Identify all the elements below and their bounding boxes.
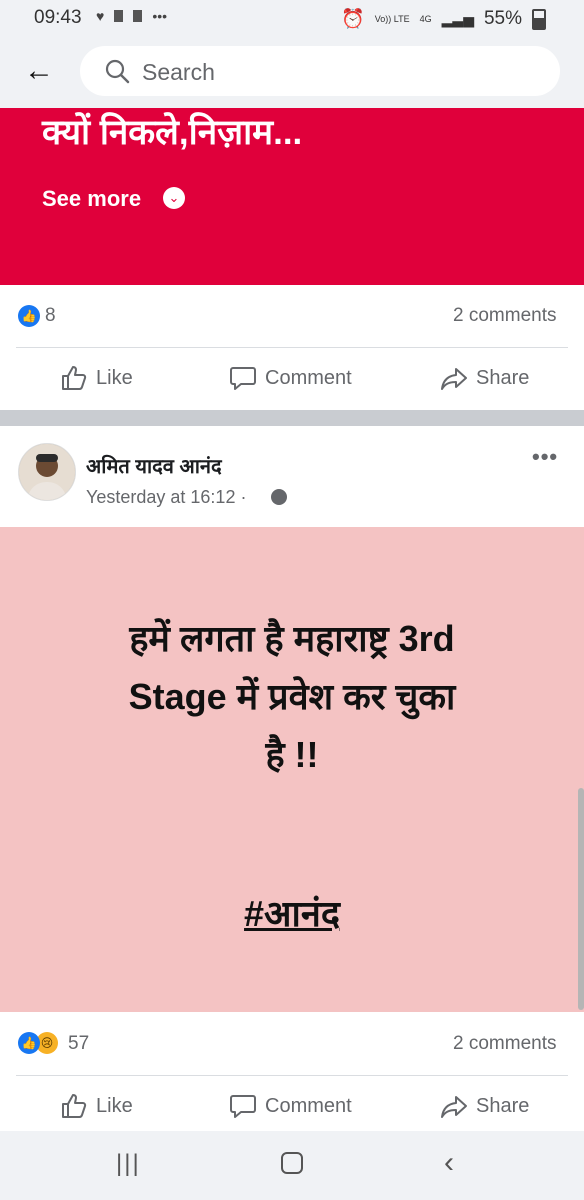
comment-button[interactable]: Comment xyxy=(229,1092,352,1120)
see-more-link[interactable]: See more xyxy=(42,186,141,212)
like-icon xyxy=(62,1094,87,1118)
like-label: Like xyxy=(96,1094,133,1117)
hashtag-link[interactable]: #आनंद xyxy=(0,888,584,937)
comments-count[interactable]: 2 comments xyxy=(453,1033,556,1055)
alarm-icon: ⏰ xyxy=(341,9,365,30)
divider xyxy=(16,1075,568,1076)
status-right-icons: ⏰ Vo)) LTE 4G ▂▃▅ 55% xyxy=(341,7,546,31)
comment-icon xyxy=(230,367,256,390)
comment-icon xyxy=(230,1095,256,1118)
notification-icons: ♥ ••• xyxy=(96,8,167,24)
signal-icon: ▂▃▅ xyxy=(441,10,474,27)
post-timestamp[interactable]: Yesterday at 16:12 · xyxy=(86,487,246,508)
hashtag-text[interactable]: #आनंद xyxy=(244,893,340,934)
search-icon xyxy=(105,59,130,84)
post-separator xyxy=(0,410,584,426)
back-arrow-icon[interactable]: ← xyxy=(24,54,58,88)
like-button[interactable]: Like xyxy=(60,1092,133,1120)
globe-icon xyxy=(271,489,287,505)
share-icon xyxy=(441,368,467,390)
home-icon[interactable] xyxy=(281,1152,303,1174)
like-reaction-icon[interactable]: 👍 xyxy=(18,1032,40,1054)
app-notification-icon xyxy=(114,10,124,22)
comment-label: Comment xyxy=(265,1094,352,1117)
search-placeholder: Search xyxy=(142,59,215,85)
share-button[interactable]: Share xyxy=(440,1092,529,1120)
volte-icon: Vo)) LTE xyxy=(374,13,410,24)
status-time: 09:43 xyxy=(34,7,82,28)
battery-icon xyxy=(532,8,546,30)
network-type: 4G xyxy=(419,13,432,24)
post-text-line: है !! xyxy=(265,734,319,775)
share-button[interactable]: Share xyxy=(440,364,529,392)
comment-label: Comment xyxy=(265,366,352,389)
person-icon xyxy=(19,444,75,500)
share-label: Share xyxy=(476,366,530,389)
more-notifications-icon: ••• xyxy=(152,8,168,24)
post-author[interactable]: अमित यादव आनंद xyxy=(86,452,222,479)
post-text-line: हमें लगता है महाराष्ट्र 3rd xyxy=(129,618,455,659)
post-text: हमें लगता है महाराष्ट्र 3rd Stage में प्… xyxy=(40,610,544,784)
scrollbar[interactable] xyxy=(578,788,584,1010)
recent-apps-icon[interactable]: ||| xyxy=(116,1150,141,1178)
divider xyxy=(16,347,568,348)
like-icon xyxy=(62,366,87,390)
reaction-count[interactable]: 57 xyxy=(68,1033,89,1055)
banner-text: क्यों निकले,निज़ाम... xyxy=(42,113,303,152)
more-options-icon[interactable]: ••• xyxy=(532,444,558,470)
reaction-count[interactable]: 8 xyxy=(45,305,56,327)
heart-icon: ♥ xyxy=(96,8,105,24)
chevron-down-icon[interactable]: ⌄ xyxy=(163,187,185,209)
comment-button[interactable]: Comment xyxy=(229,364,352,392)
share-label: Share xyxy=(476,1094,530,1117)
like-reaction-icon[interactable]: 👍 xyxy=(18,305,40,327)
battery-percent: 55% xyxy=(483,8,522,29)
back-nav-icon[interactable]: ‹ xyxy=(444,1146,454,1180)
comments-count[interactable]: 2 comments xyxy=(453,305,556,327)
avatar[interactable] xyxy=(18,443,76,501)
news-notification-icon xyxy=(133,10,143,22)
like-button[interactable]: Like xyxy=(60,364,133,392)
share-icon xyxy=(441,1096,467,1118)
post-text-line: Stage में प्रवेश कर चुका xyxy=(128,676,456,717)
like-label: Like xyxy=(96,366,133,389)
